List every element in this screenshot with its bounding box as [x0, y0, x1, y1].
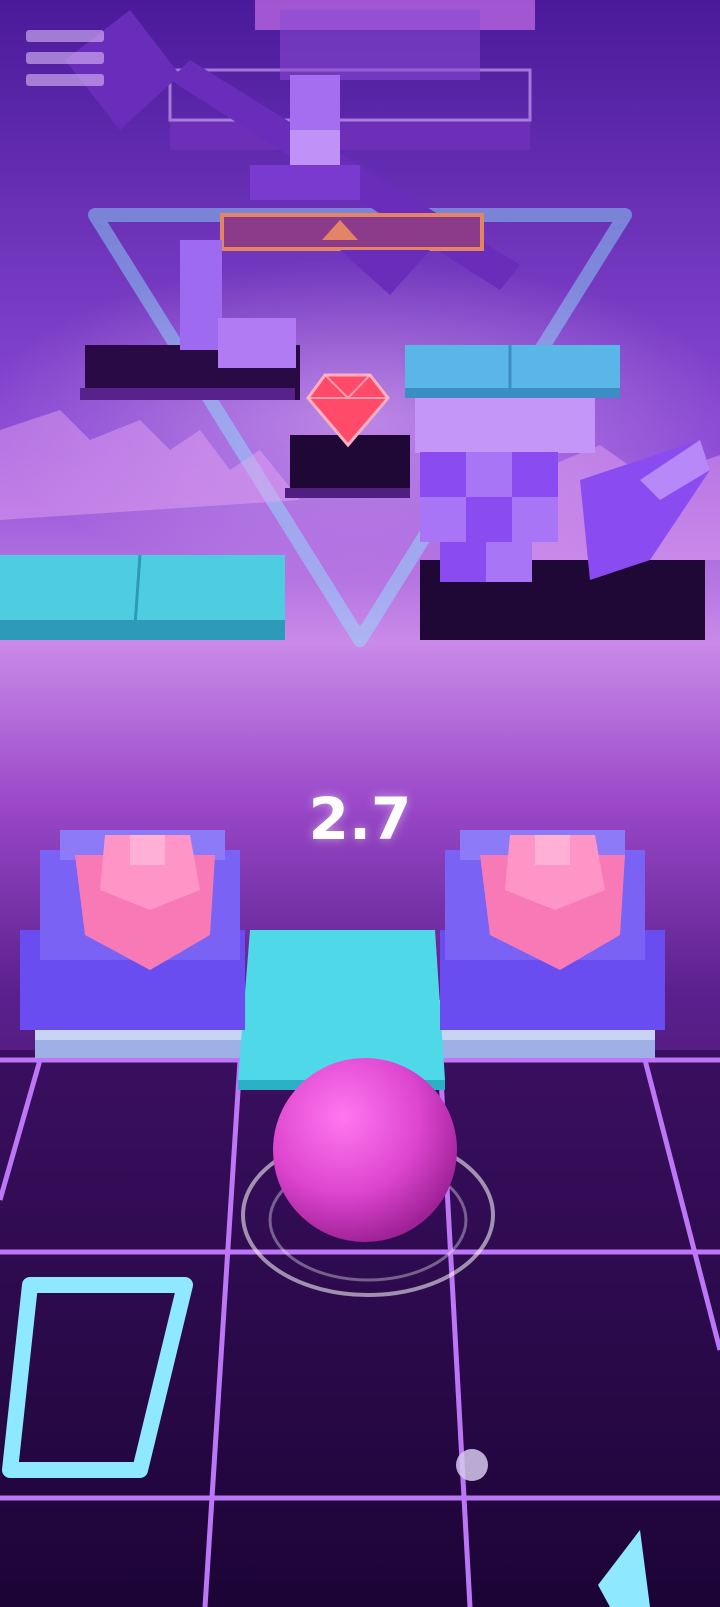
- player-ball: [273, 1058, 457, 1242]
- hamburger-menu-icon: [26, 30, 104, 42]
- menu-button[interactable]: [26, 30, 104, 98]
- game-screen[interactable]: 2.7: [0, 0, 720, 1607]
- score-display: 2.7: [308, 785, 412, 853]
